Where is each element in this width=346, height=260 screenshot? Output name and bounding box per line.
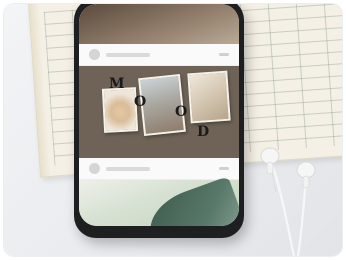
earphone-cable [270, 163, 296, 256]
photo-card: M O O D [4, 4, 342, 256]
earphones [260, 147, 316, 256]
